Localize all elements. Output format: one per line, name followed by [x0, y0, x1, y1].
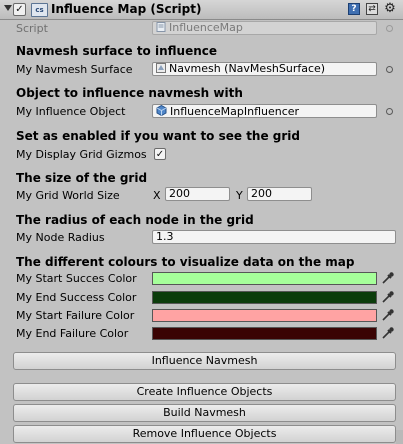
- color-label: My End Failure Color: [16, 327, 129, 340]
- build-navmesh-button[interactable]: Build Navmesh: [13, 404, 396, 422]
- create-influence-objects-button[interactable]: Create Influence Objects: [13, 383, 396, 401]
- script-value: InfluenceMap: [169, 21, 243, 34]
- display-grid-header: Set as enabled if you want to see the gr…: [16, 129, 301, 143]
- start-success-color-swatch[interactable]: [152, 272, 377, 285]
- display-grid-label: My Display Grid Gizmos: [16, 148, 147, 161]
- influence-object-label: My Influence Object: [16, 105, 126, 118]
- remove-influence-objects-button[interactable]: Remove Influence Objects: [13, 425, 396, 443]
- script-file-icon: [156, 22, 166, 34]
- prefab-cube-icon: [156, 105, 167, 117]
- start-failure-color-swatch[interactable]: [152, 309, 377, 322]
- script-field: InfluenceMap: [152, 21, 377, 35]
- script-file-icon: cs: [31, 3, 48, 17]
- navmesh-surface-value: Navmesh (NavMeshSurface): [169, 62, 326, 75]
- grid-size-y-label: Y: [236, 189, 243, 202]
- node-radius-label: My Node Radius: [16, 231, 105, 244]
- eyedropper-icon[interactable]: [381, 326, 395, 340]
- colors-header: The different colours to visualize data …: [16, 255, 355, 269]
- grid-size-x-label: X: [153, 189, 161, 202]
- color-label: My Start Failure Color: [16, 309, 135, 322]
- node-radius-field[interactable]: 1.3: [152, 230, 396, 244]
- node-radius-header: The radius of each node in the grid: [16, 213, 254, 227]
- navmesh-surface-header: Navmesh surface to influence: [16, 44, 218, 58]
- preset-icon[interactable]: ⇄: [366, 3, 378, 15]
- gear-icon[interactable]: ⚙: [384, 2, 396, 15]
- navmesh-surface-field[interactable]: Navmesh (NavMeshSurface): [152, 62, 377, 76]
- navmesh-surface-label: My Navmesh Surface: [16, 63, 133, 76]
- display-grid-checkbox[interactable]: ✓: [154, 148, 166, 160]
- end-failure-color-swatch[interactable]: [152, 327, 377, 340]
- script-label: Script: [16, 22, 48, 35]
- grid-size-header: The size of the grid: [16, 171, 148, 185]
- end-success-color-swatch[interactable]: [152, 291, 377, 304]
- eyedropper-icon[interactable]: [381, 290, 395, 304]
- eyedropper-icon[interactable]: [381, 271, 395, 285]
- influence-navmesh-button[interactable]: Influence Navmesh: [13, 352, 396, 370]
- object-picker-icon[interactable]: [386, 66, 393, 73]
- color-label: My Start Succes Color: [16, 272, 137, 285]
- object-picker-icon[interactable]: [386, 108, 393, 115]
- eyedropper-icon[interactable]: [381, 308, 395, 322]
- component-title: Influence Map (Script): [51, 2, 202, 16]
- influence-object-value: InfluenceMapInfluencer: [170, 105, 300, 118]
- grid-size-x-field[interactable]: 200: [165, 187, 230, 201]
- scrollbar-track[interactable]: [396, 430, 403, 444]
- color-label: My End Success Color: [16, 291, 137, 304]
- component-icon: [156, 63, 166, 75]
- component-header[interactable]: ✓ cs Influence Map (Script) ? ⇄ ⚙: [0, 0, 403, 20]
- foldout-arrow-icon[interactable]: [4, 5, 12, 11]
- grid-size-y-field[interactable]: 200: [247, 187, 312, 201]
- grid-size-label: My Grid World Size: [16, 189, 120, 202]
- object-picker-icon: [386, 25, 393, 32]
- help-icon[interactable]: ?: [348, 3, 360, 15]
- influence-object-header: Object to influence navmesh with: [16, 86, 243, 100]
- influence-object-field[interactable]: InfluenceMapInfluencer: [152, 104, 377, 118]
- component-enabled-checkbox[interactable]: ✓: [13, 3, 26, 16]
